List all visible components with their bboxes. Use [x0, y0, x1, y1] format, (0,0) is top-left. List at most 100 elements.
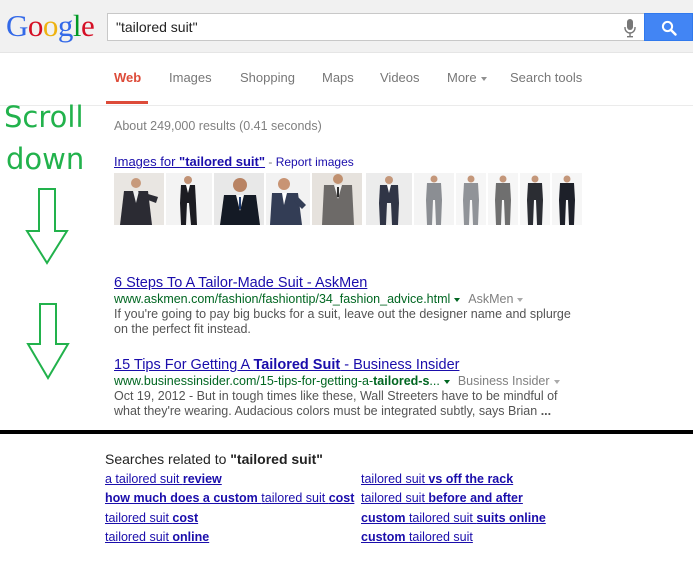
- search-box: [107, 13, 644, 41]
- logo-letter: e: [81, 8, 95, 43]
- tab-videos[interactable]: Videos: [380, 70, 420, 85]
- tab-more-label: More: [447, 70, 477, 85]
- search-input[interactable]: [116, 18, 606, 36]
- down-arrow-icon: [25, 188, 69, 265]
- image-thumbnail[interactable]: [114, 173, 164, 225]
- rel-part-bold: before and after: [428, 491, 523, 505]
- rel-part-bold: custom: [361, 530, 409, 544]
- search-tabs: Web Images Shopping Maps Videos More Sea…: [0, 53, 693, 106]
- related-search-link[interactable]: how much does a custom tailored suit cos…: [105, 491, 354, 505]
- microphone-icon[interactable]: [622, 18, 638, 38]
- rel-part: tailored suit: [361, 472, 429, 486]
- image-thumbnail[interactable]: [456, 173, 486, 225]
- scroll-annotation-line1: Scroll: [4, 100, 84, 134]
- images-header: Images for "tailored suit" - Report imag…: [114, 154, 354, 169]
- scroll-annotation-line2: down: [6, 142, 85, 176]
- result-snippet-2: Oct 19, 2012 - But in tough times like t…: [114, 389, 574, 419]
- rel-part: a tailored suit: [105, 472, 183, 486]
- snippet-text: what they're wearing. Audacious colors m…: [114, 404, 541, 418]
- rel-part-bold: custom: [361, 511, 409, 525]
- result-source: Business Insider: [457, 374, 550, 388]
- related-heading-prefix: Searches related to: [105, 451, 231, 467]
- snippet-line: If you're going to pay big bucks for a s…: [114, 307, 571, 321]
- image-thumbnail[interactable]: [552, 173, 582, 225]
- rel-part: tailored suit: [408, 530, 473, 544]
- logo-letter: g: [57, 8, 74, 43]
- result-source: AskMen: [468, 292, 514, 306]
- rel-part-bold: online: [172, 530, 210, 544]
- logo-letter: o: [42, 8, 59, 43]
- separator: -: [265, 155, 276, 169]
- snippet-ellipsis: ...: [540, 404, 552, 418]
- rel-part: tailored suit: [261, 491, 329, 505]
- report-images-link[interactable]: Report images: [276, 155, 354, 169]
- down-arrow-icon: [26, 303, 70, 380]
- result-snippet-1: If you're going to pay big bucks for a s…: [114, 307, 574, 337]
- image-thumbnail[interactable]: [488, 173, 518, 225]
- result-url-1: www.askmen.com/fashion/fashiontip/34_fas…: [114, 292, 524, 306]
- result-url: www.businessinsider.com/15-tips-for-gett…: [114, 374, 374, 388]
- rel-part: tailored suit: [105, 511, 173, 525]
- search-button[interactable]: [644, 13, 693, 41]
- image-thumbnail[interactable]: [520, 173, 550, 225]
- image-thumbnail[interactable]: [414, 173, 454, 225]
- snippet-line: Oct 19, 2012 - But in tough times like t…: [114, 389, 558, 403]
- top-bar: Google: [0, 0, 693, 53]
- chevron-down-icon[interactable]: [443, 379, 450, 384]
- related-search-link[interactable]: tailored suit before and after: [361, 491, 523, 505]
- image-thumbnail[interactable]: [166, 173, 212, 225]
- logo-letter: o: [27, 8, 44, 43]
- image-thumbnail[interactable]: [312, 173, 362, 225]
- rel-part: tailored suit: [105, 530, 173, 544]
- chevron-down-icon[interactable]: [454, 297, 461, 302]
- title-part: - Business Insider: [340, 357, 460, 373]
- snippet-line: what they're wearing. Audacious colors m…: [114, 404, 574, 419]
- images-for-query: "tailored suit": [179, 154, 266, 169]
- rel-part: tailored suit: [408, 511, 477, 525]
- rel-part-bold: suits online: [476, 511, 546, 525]
- images-for-prefix: Images for: [114, 154, 180, 169]
- active-tab-indicator: [106, 101, 148, 104]
- logo-letter: l: [72, 8, 82, 43]
- result-url-bold: tailored-s: [373, 374, 430, 388]
- google-logo[interactable]: Google: [6, 8, 95, 44]
- logo-letter: G: [6, 8, 28, 43]
- result-title-2[interactable]: 15 Tips For Getting A Tailored Suit - Bu…: [114, 357, 459, 373]
- related-search-link[interactable]: tailored suit cost: [105, 511, 198, 525]
- image-thumbnail[interactable]: [266, 173, 310, 225]
- related-search-link[interactable]: custom tailored suit: [361, 530, 473, 544]
- tab-maps[interactable]: Maps: [322, 70, 354, 85]
- result-stats: About 249,000 results (0.41 seconds): [114, 119, 322, 133]
- result-url-2: www.businessinsider.com/15-tips-for-gett…: [114, 374, 560, 388]
- rel-part-bold: cost: [172, 511, 199, 525]
- related-search-link[interactable]: tailored suit vs off the rack: [361, 472, 513, 486]
- rel-part-bold: review: [182, 472, 222, 486]
- tab-shopping[interactable]: Shopping: [240, 70, 295, 85]
- result-url: www.askmen.com/fashion/fashiontip/34_fas…: [114, 292, 451, 306]
- result-title-link[interactable]: 6 Steps To A Tailor-Made Suit - AskMen: [114, 275, 367, 291]
- related-search-link[interactable]: custom tailored suit suits online: [361, 511, 546, 525]
- chevron-down-icon: [480, 76, 487, 81]
- tab-web[interactable]: Web: [114, 70, 141, 85]
- result-url-ellipsis: ...: [429, 374, 440, 388]
- title-part: 15 Tips For Getting A: [114, 357, 254, 373]
- images-for-link[interactable]: Images for "tailored suit": [114, 154, 265, 169]
- rel-part-bold: vs off the rack: [428, 472, 514, 486]
- tab-more[interactable]: More: [447, 70, 487, 85]
- tab-search-tools[interactable]: Search tools: [510, 70, 582, 85]
- related-heading-query: "tailored suit": [230, 451, 323, 467]
- image-thumbnail[interactable]: [214, 173, 264, 225]
- result-title-link[interactable]: 15 Tips For Getting A Tailored Suit - Bu…: [114, 357, 459, 373]
- tab-images[interactable]: Images: [169, 70, 212, 85]
- chevron-down-icon[interactable]: [553, 379, 560, 384]
- search-icon: [661, 20, 677, 36]
- rel-part: tailored suit: [361, 491, 429, 505]
- title-part: Tailored Suit: [253, 357, 341, 373]
- result-title-1[interactable]: 6 Steps To A Tailor-Made Suit - AskMen: [114, 275, 367, 291]
- divider: [0, 430, 693, 434]
- related-search-link[interactable]: a tailored suit review: [105, 472, 222, 486]
- image-thumbnail[interactable]: [366, 173, 412, 225]
- rel-part-bold: how much does a custom: [105, 491, 262, 505]
- chevron-down-icon[interactable]: [517, 297, 524, 302]
- related-search-link[interactable]: tailored suit online: [105, 530, 209, 544]
